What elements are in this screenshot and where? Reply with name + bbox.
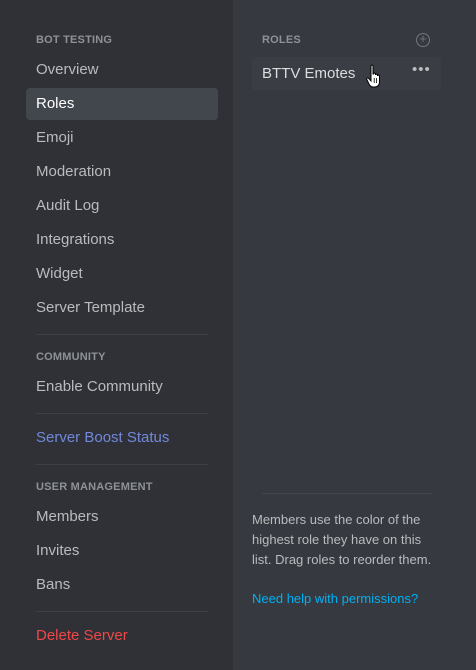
user-management-header: USER MANAGEMENT [36,481,153,493]
more-options-icon[interactable]: ••• [412,61,431,78]
sidebar-divider [36,334,208,335]
sidebar-item-bans[interactable]: Bans [26,569,218,601]
sidebar-item-audit-log[interactable]: Audit Log [26,190,218,222]
panel-divider [262,493,433,494]
sidebar-item-overview[interactable]: Overview [26,54,218,86]
sidebar-item-server-boost-status[interactable]: Server Boost Status [26,422,218,454]
sidebar-item-moderation[interactable]: Moderation [26,156,218,188]
role-name: BTTV Emotes [262,65,356,82]
plus-circle-icon[interactable]: + [416,32,430,47]
sidebar-item-widget[interactable]: Widget [26,258,218,290]
sidebar-divider [36,611,208,612]
roles-header: ROLES [262,34,301,46]
sidebar-item-enable-community[interactable]: Enable Community [26,371,218,403]
role-row[interactable]: BTTV Emotes ••• [252,57,441,90]
hand-pointer-icon [366,64,380,88]
sidebar-item-delete-server[interactable]: Delete Server [26,620,218,652]
roles-panel: ROLES + BTTV Emotes ••• Members use the … [233,0,476,670]
sidebar-item-server-template[interactable]: Server Template [26,292,218,324]
sidebar-item-emoji[interactable]: Emoji [26,122,218,154]
sidebar-item-roles[interactable]: Roles [26,88,218,120]
settings-sidebar: BOT TESTING Overview Roles Emoji Moderat… [0,0,233,670]
roles-help-text: Members use the color of the highest rol… [252,512,432,567]
server-name-header: BOT TESTING [36,34,113,46]
sidebar-item-integrations[interactable]: Integrations [26,224,218,256]
sidebar-item-invites[interactable]: Invites [26,535,218,567]
community-header: COMMUNITY [36,351,106,363]
permissions-help-link[interactable]: Need help with permissions? [252,591,418,606]
sidebar-divider [36,413,208,414]
sidebar-divider [36,464,208,465]
sidebar-item-members[interactable]: Members [26,501,218,533]
